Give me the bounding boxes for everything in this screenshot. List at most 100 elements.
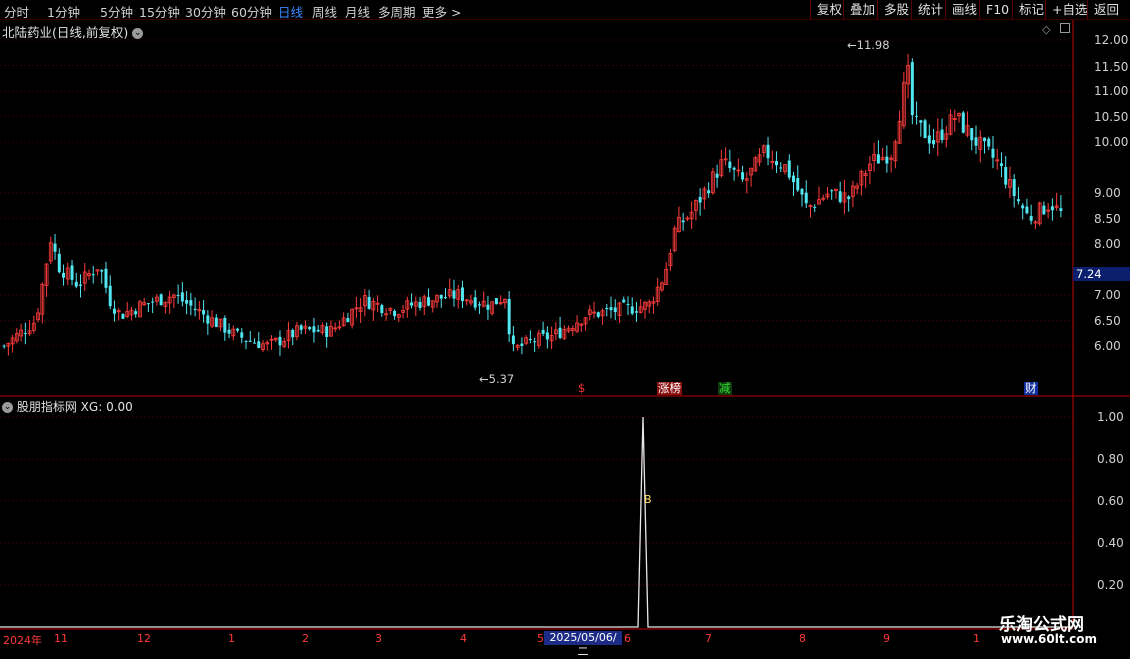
candle <box>134 308 138 318</box>
candle <box>291 328 295 346</box>
candle <box>1029 204 1033 225</box>
candle <box>1016 187 1020 205</box>
candle <box>23 322 27 345</box>
candle <box>167 290 172 314</box>
candle <box>770 150 775 170</box>
candle <box>44 263 49 297</box>
kline-chart: B <box>0 20 1130 630</box>
candle <box>889 154 894 173</box>
candle <box>558 316 562 340</box>
candle <box>333 322 338 333</box>
candle <box>536 329 541 349</box>
candle <box>923 118 927 139</box>
candle <box>443 288 447 300</box>
candle <box>1012 174 1016 208</box>
candle <box>987 136 991 151</box>
candle <box>439 294 443 308</box>
candle <box>957 112 961 123</box>
candle <box>651 296 656 314</box>
candle <box>622 296 626 304</box>
candle <box>901 72 906 130</box>
price-tick: 8.00 <box>1094 237 1121 251</box>
candle <box>413 296 418 317</box>
candle <box>185 290 189 315</box>
candle <box>299 323 303 335</box>
candle <box>269 335 274 350</box>
candle <box>932 129 936 149</box>
event-tag-dollar[interactable]: $ <box>577 382 586 395</box>
candle <box>991 136 995 169</box>
indicator-name: 股朋指标网 <box>16 400 77 414</box>
candle <box>189 292 193 316</box>
candle <box>329 320 333 337</box>
candle <box>337 320 342 331</box>
candle <box>350 308 355 329</box>
candle <box>278 330 282 356</box>
candle <box>303 320 308 335</box>
candle <box>965 111 970 138</box>
candle <box>396 313 401 323</box>
candle <box>596 311 600 319</box>
candle <box>14 328 19 344</box>
candle <box>600 308 605 325</box>
candle <box>206 310 210 335</box>
candle <box>244 340 248 350</box>
candle <box>528 330 532 344</box>
event-tag-finance[interactable]: 财 <box>1024 382 1038 395</box>
candle <box>944 125 949 148</box>
date-tick: 1 <box>228 632 235 645</box>
candle <box>104 261 108 294</box>
candle <box>371 297 376 321</box>
candle <box>719 149 724 178</box>
candle <box>456 285 461 309</box>
candle <box>855 182 860 195</box>
candle <box>634 301 638 322</box>
candle <box>325 322 329 348</box>
candle <box>910 58 914 125</box>
event-tag-limit-up[interactable]: 涨榜 <box>657 382 682 395</box>
candle <box>503 298 507 309</box>
candle <box>486 296 490 320</box>
candle <box>346 312 350 323</box>
low-annotation: ←5.37 <box>479 372 515 386</box>
candle <box>494 297 498 305</box>
chevron-down-icon[interactable]: ⌄ <box>2 402 13 413</box>
candle <box>906 53 910 99</box>
candle <box>792 171 796 196</box>
candle <box>668 249 673 271</box>
candle <box>384 308 388 321</box>
candle <box>27 320 32 336</box>
date-tick: 1 <box>973 632 980 645</box>
candle <box>952 109 957 132</box>
candle <box>872 142 877 172</box>
candle <box>672 225 677 253</box>
candle <box>520 337 524 355</box>
candle <box>541 321 545 337</box>
candle <box>477 301 481 314</box>
candle <box>231 325 236 341</box>
candle <box>116 308 121 321</box>
candle <box>367 289 371 310</box>
candle <box>893 139 898 169</box>
candle <box>847 195 851 212</box>
candle <box>193 297 197 317</box>
candle <box>566 325 571 333</box>
candle <box>999 152 1003 178</box>
candle <box>613 299 617 321</box>
event-tag-reduce[interactable]: 减 <box>718 382 732 395</box>
candle <box>422 294 427 316</box>
candle <box>464 298 469 306</box>
candle <box>834 188 838 199</box>
candle <box>707 182 711 199</box>
candle <box>430 300 435 313</box>
price-tick: 6.50 <box>1094 314 1121 328</box>
candle <box>693 199 698 221</box>
candle <box>405 296 410 318</box>
candle <box>710 167 715 195</box>
candle <box>48 236 53 265</box>
candle <box>775 151 779 173</box>
candle <box>125 301 130 319</box>
candle <box>70 259 74 286</box>
candle <box>1059 195 1063 218</box>
candle <box>851 180 855 208</box>
